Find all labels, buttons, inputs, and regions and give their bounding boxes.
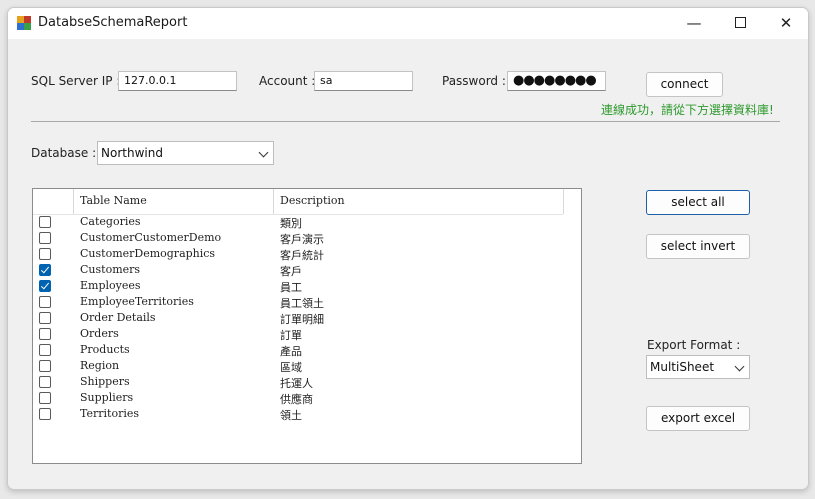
- table-row[interactable]: Shippers 托運人: [33, 374, 563, 390]
- connection-status: 連線成功，請從下方選擇資料庫!: [601, 103, 774, 117]
- column-header-description[interactable]: Description: [280, 194, 345, 207]
- description-cell: 客戶統計: [280, 249, 324, 262]
- table-row[interactable]: CustomerCustomerDemo 客戶演示: [33, 230, 563, 246]
- description-cell: 員工: [280, 281, 302, 294]
- table-row[interactable]: Employees 員工: [33, 278, 563, 294]
- description-cell: 領土: [280, 409, 302, 422]
- description-cell: 類別: [280, 217, 302, 230]
- table-row[interactable]: EmployeeTerritories 員工領土: [33, 294, 563, 310]
- database-select[interactable]: Northwind: [97, 141, 274, 165]
- server-ip-label: SQL Server IP :: [31, 74, 121, 88]
- row-checkbox[interactable]: [39, 296, 51, 308]
- chevron-down-icon: [258, 147, 269, 158]
- table-name-cell: EmployeeTerritories: [80, 295, 194, 308]
- description-cell: 產品: [280, 345, 302, 358]
- table-name-cell: Order Details: [80, 311, 156, 324]
- row-checkbox[interactable]: [39, 392, 51, 404]
- table-row[interactable]: Suppliers 供應商: [33, 390, 563, 406]
- server-ip-input[interactable]: 127.0.0.1: [118, 71, 237, 91]
- table-name-cell: Customers: [80, 263, 141, 276]
- table-row[interactable]: Order Details 訂單明細: [33, 310, 563, 326]
- close-button[interactable]: ✕: [763, 8, 808, 39]
- row-checkbox[interactable]: [39, 360, 51, 372]
- table-name-cell: Shippers: [80, 375, 130, 388]
- app-window: DatabseSchemaReport — ✕ SQL Server IP : …: [7, 7, 809, 490]
- title-bar: DatabseSchemaReport — ✕: [8, 8, 808, 39]
- chevron-down-icon: [734, 361, 745, 372]
- table-row[interactable]: Territories 領土: [33, 406, 563, 422]
- export-excel-button[interactable]: export excel: [646, 406, 750, 431]
- table-name-cell: Region: [80, 359, 120, 372]
- description-cell: 員工領土: [280, 297, 324, 310]
- database-label: Database :: [31, 146, 97, 160]
- table-name-cell: Products: [80, 343, 130, 356]
- app-icon: [17, 16, 31, 30]
- export-format-value: MultiSheet: [650, 360, 715, 374]
- row-checkbox[interactable]: [39, 328, 51, 340]
- column-header-table-name[interactable]: Table Name: [80, 194, 147, 207]
- description-cell: 訂單: [280, 329, 302, 342]
- table-name-cell: Categories: [80, 215, 141, 228]
- row-checkbox[interactable]: [39, 216, 51, 228]
- account-label: Account :: [259, 74, 316, 88]
- row-checkbox[interactable]: [39, 264, 51, 276]
- description-cell: 區域: [280, 361, 302, 374]
- window-title: DatabseSchemaReport: [38, 15, 188, 30]
- maximize-icon: [734, 17, 746, 28]
- description-cell: 供應商: [280, 393, 313, 406]
- maximize-button[interactable]: [717, 8, 763, 39]
- divider: [31, 121, 780, 122]
- database-selected-value: Northwind: [101, 146, 163, 160]
- table-row[interactable]: CustomerDemographics 客戶統計: [33, 246, 563, 262]
- tables-grid[interactable]: Table Name Description Categories 類別 Custo…: [32, 188, 582, 464]
- row-checkbox[interactable]: [39, 312, 51, 324]
- row-checkbox[interactable]: [39, 344, 51, 356]
- row-checkbox[interactable]: [39, 376, 51, 388]
- table-row[interactable]: Orders 訂單: [33, 326, 563, 342]
- password-label: Password :: [442, 74, 506, 88]
- row-checkbox[interactable]: [39, 408, 51, 420]
- table-row[interactable]: Products 產品: [33, 342, 563, 358]
- description-cell: 托運人: [280, 377, 313, 390]
- select-invert-button[interactable]: select invert: [646, 234, 750, 259]
- table-row[interactable]: Region 區域: [33, 358, 563, 374]
- password-input[interactable]: ●●●●●●●●: [507, 71, 606, 91]
- description-cell: 客戶: [280, 265, 302, 278]
- table-name-cell: Employees: [80, 279, 141, 292]
- table-row[interactable]: Customers 客戶: [33, 262, 563, 278]
- table-row[interactable]: Categories 類別: [33, 214, 563, 230]
- table-name-cell: CustomerCustomerDemo: [80, 231, 222, 244]
- description-cell: 客戶演示: [280, 233, 324, 246]
- minimize-button[interactable]: —: [671, 8, 717, 39]
- table-name-cell: Suppliers: [80, 391, 134, 404]
- select-all-button[interactable]: select all: [646, 190, 750, 215]
- grid-header: Table Name Description: [33, 189, 564, 215]
- row-checkbox[interactable]: [39, 232, 51, 244]
- account-input[interactable]: sa: [314, 71, 413, 91]
- table-name-cell: Orders: [80, 327, 119, 340]
- table-name-cell: CustomerDemographics: [80, 247, 216, 260]
- table-name-cell: Territories: [80, 407, 140, 420]
- export-format-select[interactable]: MultiSheet: [646, 355, 750, 379]
- description-cell: 訂單明細: [280, 313, 324, 326]
- export-format-label: Export Format :: [647, 338, 741, 352]
- connect-button[interactable]: connect: [646, 72, 723, 97]
- row-checkbox[interactable]: [39, 280, 51, 292]
- row-checkbox[interactable]: [39, 248, 51, 260]
